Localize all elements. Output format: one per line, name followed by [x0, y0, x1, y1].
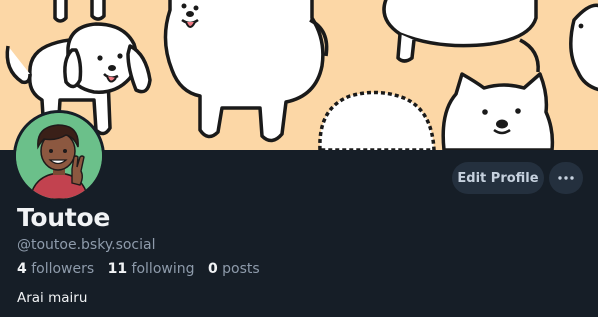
profile-display-name: Toutoe [17, 203, 110, 232]
posts-stat: 0 posts [208, 261, 260, 277]
avatar-illustration [16, 113, 102, 199]
edit-profile-button[interactable]: Edit Profile [452, 162, 544, 194]
profile-handle: @toutoe.bsky.social [17, 237, 156, 253]
following-label: following [131, 261, 195, 277]
following-count: 11 [107, 261, 128, 277]
more-options-button[interactable] [549, 162, 583, 194]
posts-label: posts [222, 261, 260, 277]
ellipsis-icon [558, 176, 574, 180]
posts-count: 0 [207, 261, 218, 277]
profile-bio: Arai mairu [17, 290, 88, 306]
followers-label: followers [31, 261, 95, 277]
followers-link[interactable]: 4 followers [17, 261, 94, 277]
following-link[interactable]: 11 following [108, 261, 195, 277]
avatar[interactable] [13, 110, 105, 202]
followers-count: 4 [17, 261, 27, 277]
profile-stats: 4 followers 11 following 0 posts [17, 261, 269, 277]
